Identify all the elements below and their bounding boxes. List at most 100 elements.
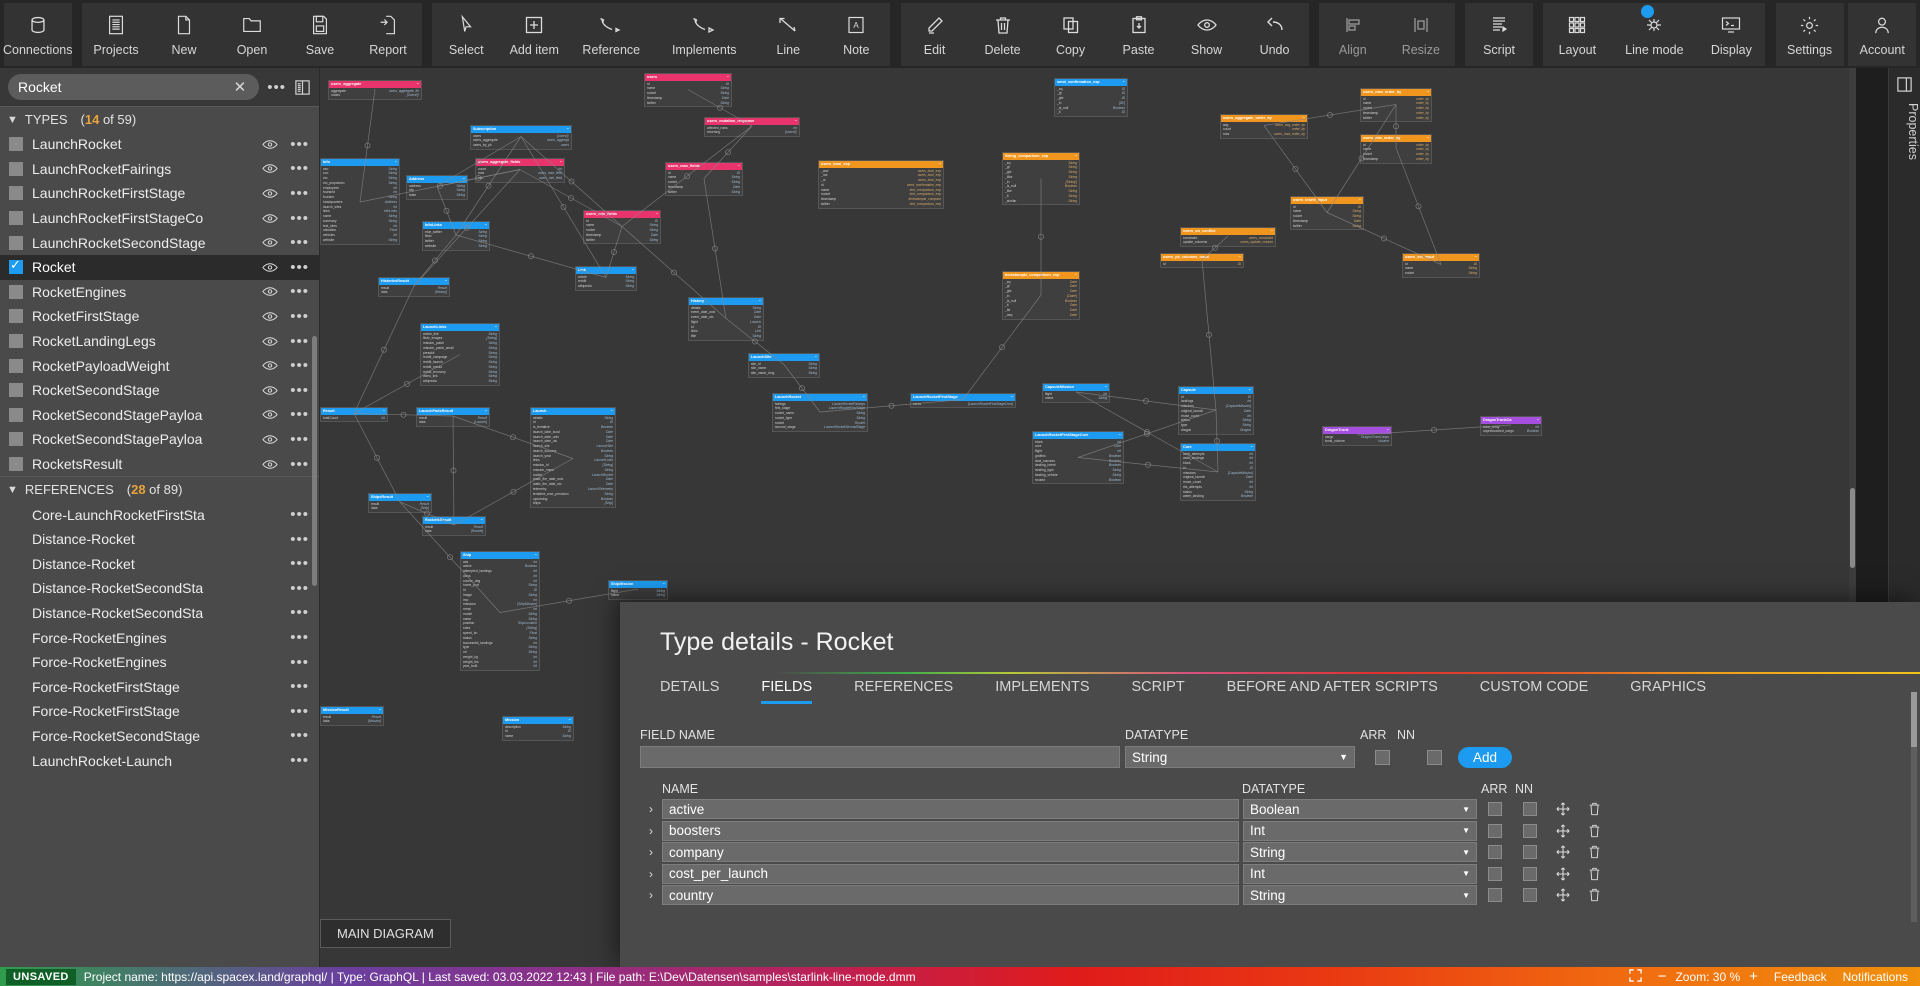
- visibility-eye-icon[interactable]: [262, 237, 278, 248]
- settings-button[interactable]: Settings: [1776, 3, 1844, 66]
- visibility-eye-icon[interactable]: [262, 139, 278, 150]
- toggle-panel-icon[interactable]: [294, 79, 311, 96]
- line-button[interactable]: Line: [754, 3, 822, 66]
- delete-row-icon[interactable]: [1579, 824, 1609, 838]
- row-nn-checkbox[interactable]: [1523, 802, 1537, 816]
- row-nn-checkbox[interactable]: [1523, 867, 1537, 881]
- nn-checkbox[interactable]: [1427, 750, 1442, 765]
- visibility-eye-icon[interactable]: [262, 409, 278, 420]
- type-checkbox[interactable]: [9, 334, 23, 348]
- expand-row-icon[interactable]: ›: [640, 824, 662, 838]
- tab-custom-code[interactable]: CUSTOM CODE: [1480, 679, 1589, 704]
- row-datatype-select[interactable]: Int▼: [1243, 864, 1477, 884]
- diagram-node[interactable]: Result−totalCountInt: [320, 407, 388, 422]
- sidebar-item-rocketsecondstagepayloa[interactable]: RocketSecondStagePayloa•••: [0, 427, 319, 452]
- delete-button[interactable]: Delete: [969, 3, 1037, 66]
- diagram-node[interactable]: Launch−detailsStringidIDis_tentativeBool…: [530, 407, 616, 508]
- sidebar-item-rocketfirststage[interactable]: RocketFirstStage•••: [0, 304, 319, 329]
- sidebar-reference-item[interactable]: Force-RocketSecondStage•••: [0, 724, 319, 749]
- visibility-eye-icon[interactable]: [262, 434, 278, 445]
- expand-row-icon[interactable]: ›: [640, 802, 662, 816]
- delete-row-icon[interactable]: [1579, 802, 1609, 816]
- row-datatype-select[interactable]: Boolean▼: [1243, 799, 1477, 819]
- type-checkbox[interactable]: [9, 383, 23, 397]
- diagram-node[interactable]: users_mutation_response−affected_rowsInt…: [704, 117, 800, 137]
- drag-handle-icon[interactable]: [1547, 867, 1579, 881]
- type-checkbox[interactable]: [9, 309, 23, 323]
- row-more-icon[interactable]: •••: [290, 531, 309, 548]
- diagram-node[interactable]: users_pk_columns_input−idID: [1160, 253, 1244, 268]
- type-checkbox[interactable]: [9, 211, 23, 225]
- table-row[interactable]: ›boostersInt▼: [640, 821, 1920, 842]
- types-section-header[interactable]: ▼TYPES(14 of 59): [0, 106, 319, 132]
- diagram-node[interactable]: CapsuleMission−flightIntnameString: [1042, 383, 1110, 403]
- type-checkbox[interactable]: [9, 236, 23, 250]
- row-more-icon[interactable]: •••: [290, 283, 309, 300]
- row-more-icon[interactable]: •••: [290, 555, 309, 572]
- sidebar-item-launchrocket[interactable]: LaunchRocket•••: [0, 132, 319, 157]
- row-arr-checkbox[interactable]: [1488, 845, 1502, 859]
- row-more-icon[interactable]: •••: [290, 259, 309, 276]
- implements-button[interactable]: Implements: [654, 3, 754, 66]
- row-nn-checkbox[interactable]: [1523, 824, 1537, 838]
- notifications-button[interactable]: Notifications: [1843, 970, 1908, 984]
- dialog-scrollbar[interactable]: [1911, 692, 1917, 922]
- row-arr-checkbox[interactable]: [1488, 824, 1502, 838]
- tab-before-and-after-scripts[interactable]: BEFORE AND AFTER SCRIPTS: [1227, 679, 1438, 704]
- type-checkbox[interactable]: [9, 408, 23, 422]
- show-button[interactable]: Show: [1173, 3, 1241, 66]
- visibility-eye-icon[interactable]: [262, 459, 278, 470]
- sidebar-reference-item[interactable]: Core-LaunchRocketFirstSta•••: [0, 502, 319, 527]
- diagram-node[interactable]: send_confirmation_exp−_eqID_gtID_gteID_i…: [1054, 78, 1128, 117]
- tab-implements[interactable]: IMPLEMENTS: [995, 679, 1089, 704]
- account-button[interactable]: Account: [1848, 3, 1916, 66]
- diagram-node[interactable]: LaunchLinks−article_linkStringflickr_ima…: [420, 323, 500, 386]
- diagram-node[interactable]: users_bool_exp−_andusers_bool_exp_notuse…: [818, 160, 944, 209]
- diagram-node[interactable]: String_comparison_exp−_eqString_gtString…: [1002, 152, 1080, 205]
- row-more-icon[interactable]: •••: [290, 308, 309, 325]
- open-button[interactable]: Open: [218, 3, 286, 66]
- row-more-icon[interactable]: •••: [290, 604, 309, 621]
- sidebar-item-rocketengines[interactable]: RocketEngines•••: [0, 280, 319, 305]
- diagram-node[interactable]: Info−ceoStringcooStringctoStringcto_prop…: [320, 158, 400, 245]
- sidebar-item-rocketlandinglegs[interactable]: RocketLandingLegs•••: [0, 329, 319, 354]
- row-more-icon[interactable]: •••: [290, 357, 309, 374]
- row-more-icon[interactable]: •••: [290, 136, 309, 153]
- row-more-icon[interactable]: •••: [290, 210, 309, 227]
- type-checkbox[interactable]: [9, 432, 23, 446]
- type-checkbox[interactable]: [9, 186, 23, 200]
- line-mode-button[interactable]: Line mode: [1611, 3, 1697, 66]
- diagram-node[interactable]: DragonTrunkCa−solar_arrayIntunpressurize…: [1480, 416, 1542, 436]
- sidebar-reference-item[interactable]: Distance-RocketSecondSta•••: [0, 601, 319, 626]
- copy-button[interactable]: Copy: [1037, 3, 1105, 66]
- undo-button[interactable]: Undo: [1241, 3, 1309, 66]
- main-diagram-tab[interactable]: MAIN DIAGRAM: [320, 919, 451, 948]
- drag-handle-icon[interactable]: [1547, 824, 1579, 838]
- row-arr-checkbox[interactable]: [1488, 888, 1502, 902]
- row-more-icon[interactable]: •••: [290, 703, 309, 720]
- row-more-icon[interactable]: •••: [290, 752, 309, 769]
- diagram-node[interactable]: LaunchPadsResult−resultResultdata[Launch…: [416, 407, 490, 427]
- sidebar-reference-item[interactable]: Force-RocketEngines•••: [0, 625, 319, 650]
- diagram-node[interactable]: Mission−descriptionStringidIDnameString: [502, 716, 574, 741]
- diagram-node[interactable]: LaunchRocket−fairingsLaunchRocketFairing…: [772, 393, 868, 432]
- diagram-node[interactable]: RocketsResult−resultResultdata[Rocket]: [422, 516, 486, 536]
- search-input[interactable]: Rocket ✕: [8, 74, 259, 100]
- diagram-node[interactable]: users_aggregate_order_by−avgusers_avg_or…: [1220, 114, 1308, 139]
- drag-handle-icon[interactable]: [1547, 845, 1579, 859]
- clear-search-icon[interactable]: ✕: [231, 78, 250, 96]
- sidebar-item-launchrocketsecondstage[interactable]: LaunchRocketSecondStage•••: [0, 230, 319, 255]
- table-row[interactable]: ›countryString▼: [640, 885, 1920, 906]
- diagram-node[interactable]: users_set_input−idIDnameStringrocketStri…: [1402, 253, 1480, 278]
- row-more-icon[interactable]: •••: [290, 456, 309, 473]
- reference-button[interactable]: Reference: [568, 3, 654, 66]
- sidebar-item-rocketsecondstagepayloa[interactable]: RocketSecondStagePayloa•••: [0, 403, 319, 428]
- diagram-node[interactable]: LaunchRocketFirstStageCore−blockIntcoreC…: [1032, 431, 1124, 484]
- row-more-icon[interactable]: •••: [290, 678, 309, 695]
- type-checkbox[interactable]: [9, 162, 23, 176]
- diagram-node[interactable]: timestamptz_comparison_exp−_eqDate_gtDat…: [1002, 271, 1080, 320]
- field-name-input[interactable]: [640, 746, 1120, 768]
- sidebar-reference-item[interactable]: Distance-RocketSecondSta•••: [0, 576, 319, 601]
- row-more-icon[interactable]: •••: [290, 382, 309, 399]
- tab-details[interactable]: DETAILS: [660, 679, 719, 704]
